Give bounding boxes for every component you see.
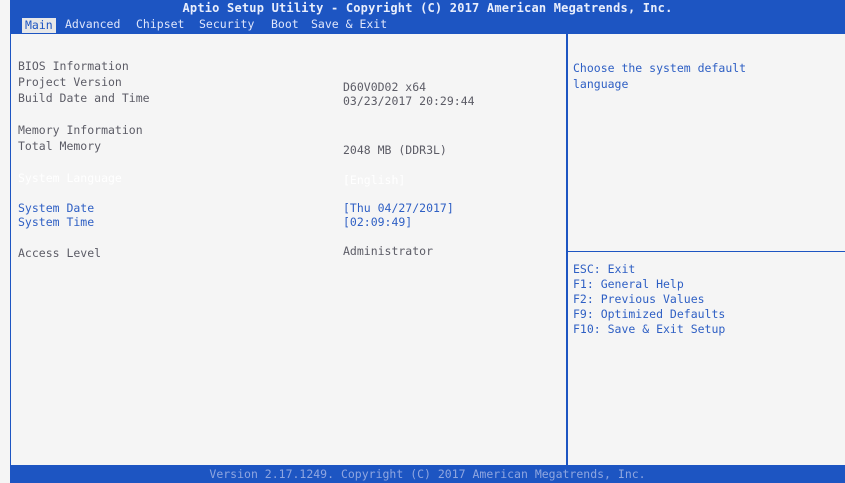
tab-security[interactable]: Security	[196, 16, 257, 33]
total-memory-label: Total Memory	[18, 139, 102, 153]
bios-screen: Aptio Setup Utility - Copyright (C) 2017…	[0, 0, 845, 483]
tab-boot[interactable]: Boot	[268, 16, 302, 33]
system-date-label[interactable]: System Date	[18, 201, 94, 215]
key-help-esc: ESC: Exit	[573, 262, 636, 276]
tab-chipset[interactable]: Chipset	[133, 16, 187, 33]
project-version-value: D60V0D02 x64	[343, 80, 427, 94]
system-time-value[interactable]: [02:09:49]	[343, 215, 412, 229]
tab-save-exit[interactable]: Save & Exit	[308, 16, 390, 33]
title-bar: Aptio Setup Utility - Copyright (C) 2017…	[10, 0, 845, 16]
help-divider	[568, 251, 845, 252]
access-level-value: Administrator	[343, 244, 434, 258]
tab-advanced[interactable]: Advanced	[62, 16, 123, 33]
help-pane	[566, 33, 845, 465]
memory-info-heading: Memory Information	[18, 123, 143, 137]
project-version-label: Project Version	[18, 75, 122, 89]
help-text-line-1: Choose the system default	[573, 61, 747, 75]
system-language-value[interactable]: [English]	[343, 173, 405, 187]
footer-bar: Version 2.17.1249. Copyright (C) 2017 Am…	[10, 465, 845, 483]
system-language-label[interactable]: System Language	[18, 171, 122, 185]
access-level-label: Access Level	[18, 246, 102, 260]
menu-bar: Main Advanced Chipset Security Boot Save…	[10, 16, 845, 33]
key-help-f9: F9: Optimized Defaults	[573, 307, 726, 321]
help-text-line-2: language	[573, 77, 629, 91]
build-date-value: 03/23/2017 20:29:44	[343, 94, 475, 108]
key-help-f1: F1: General Help	[573, 277, 684, 291]
bios-info-heading: BIOS Information	[18, 59, 129, 73]
key-help-f10: F10: Save & Exit Setup	[573, 322, 726, 336]
system-date-value[interactable]: [Thu 04/27/2017]	[343, 201, 454, 215]
total-memory-value: 2048 MB (DDR3L)	[343, 143, 447, 157]
system-time-label[interactable]: System Time	[18, 215, 94, 229]
build-date-label: Build Date and Time	[18, 91, 150, 105]
key-help-f2: F2: Previous Values	[573, 292, 705, 306]
tab-main[interactable]: Main	[22, 18, 56, 33]
